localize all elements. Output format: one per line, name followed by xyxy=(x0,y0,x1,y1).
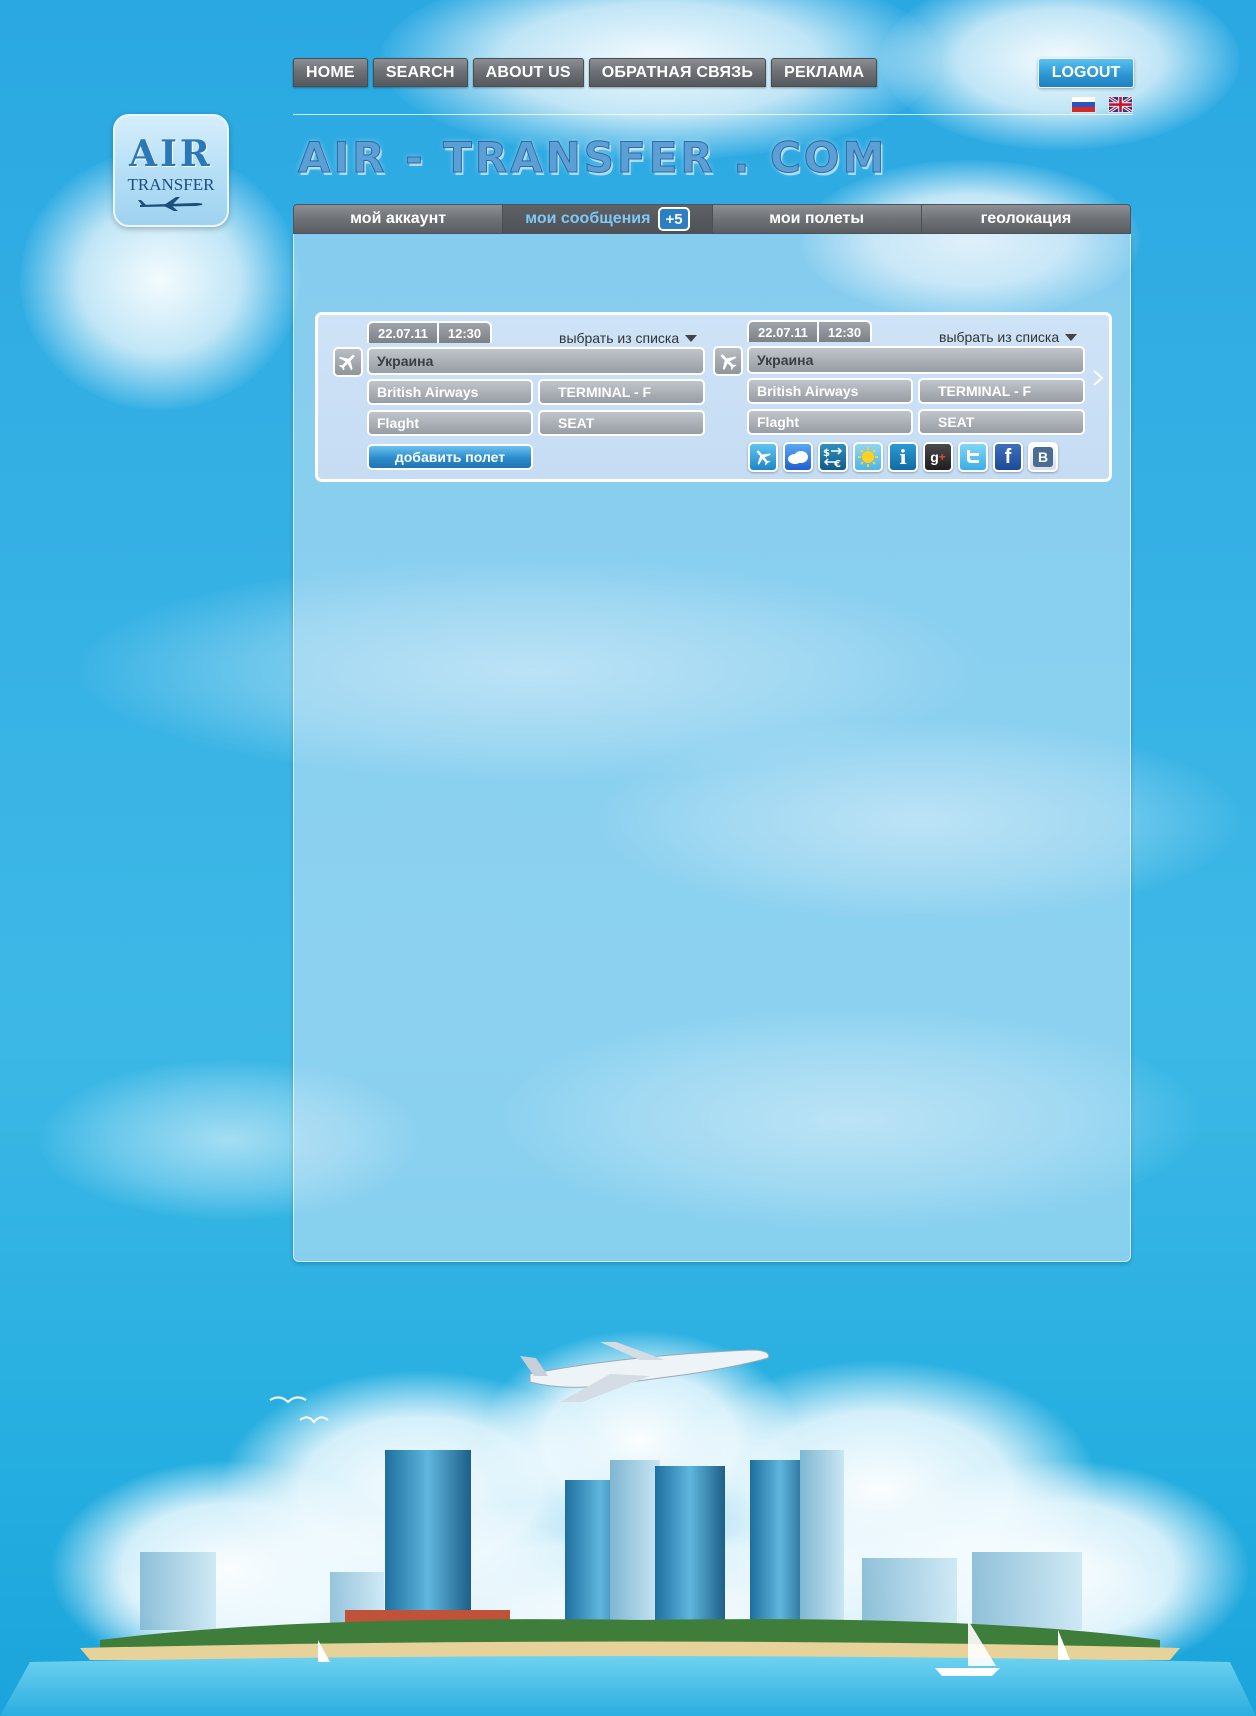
svg-text:€: € xyxy=(833,459,841,469)
flight-2-date: 22.07.11 xyxy=(758,324,808,340)
chevron-down-icon xyxy=(1065,333,1078,341)
header-divider xyxy=(293,114,1133,115)
tab-my-flights-label: мои полеты xyxy=(769,210,865,227)
messages-count-badge: +5 xyxy=(658,207,690,231)
tab-geolocation[interactable]: геолокация xyxy=(922,205,1130,233)
flight-1-plane-icon xyxy=(333,347,363,377)
site-title: AIR - TRANSFER . COM xyxy=(297,133,888,182)
svg-text:$: $ xyxy=(823,448,830,459)
next-flights-chevron-right-icon[interactable] xyxy=(1090,368,1106,388)
logo-text-air: AIR xyxy=(129,133,213,175)
flight-1-datetime-tab: 22.07.11 12:30 xyxy=(367,321,493,343)
nav-about-button[interactable]: ABOUT US xyxy=(472,58,584,87)
google-plus-icon[interactable]: g + xyxy=(923,442,953,472)
uk-flag-icon[interactable] xyxy=(1108,96,1133,113)
tab-my-account-label: мой аккаунт xyxy=(350,210,447,227)
top-navigation: HOME SEARCH ABOUT US ОБРАТНАЯ СВЯЗЬ РЕКЛ… xyxy=(293,58,878,87)
flight-1-choose-dropdown[interactable]: выбрать из списка xyxy=(559,330,698,346)
flight-1-seat-field[interactable]: SEAT xyxy=(538,410,705,436)
plane-service-icon[interactable] xyxy=(748,442,778,472)
nav-advertising-button[interactable]: РЕКЛАМА xyxy=(771,58,878,87)
account-tabs: мой аккаунт мои сообщения +5 мои полеты … xyxy=(293,204,1131,234)
flight-2-plane-icon xyxy=(713,346,743,376)
facebook-icon[interactable]: f xyxy=(993,442,1023,472)
logo-plane-icon xyxy=(115,196,227,217)
flight-2-terminal-field[interactable]: TERMINAL - F xyxy=(918,378,1085,404)
add-flight-button[interactable]: добавить полет xyxy=(367,444,533,470)
flight-1-date: 22.07.11 xyxy=(378,325,428,341)
flight-2-choose-label: выбрать из списка xyxy=(939,329,1060,345)
service-icons-row: $ € i g + f B xyxy=(748,442,1058,472)
sun-icon[interactable] xyxy=(853,442,883,472)
weather-cloud-icon[interactable] xyxy=(783,442,813,472)
flight-1-flight-field[interactable]: Flaght xyxy=(367,410,533,436)
flight-1-terminal-field[interactable]: TERMINAL - F xyxy=(538,379,705,405)
logo-text-transfer: TRANSFER xyxy=(127,175,215,194)
flight-2-airline-field[interactable]: British Airways xyxy=(747,378,913,404)
tab-geolocation-label: геолокация xyxy=(980,210,1072,227)
flight-2-seat-field[interactable]: SEAT xyxy=(918,409,1085,435)
flight-1-country-field[interactable]: Украина xyxy=(367,347,705,375)
nav-feedback-button[interactable]: ОБРАТНАЯ СВЯЗЬ xyxy=(588,58,767,87)
vkontakte-icon[interactable]: B xyxy=(1028,442,1058,472)
flight-1-choose-label: выбрать из списка xyxy=(559,330,680,346)
twitter-icon[interactable] xyxy=(958,442,988,472)
city-island-illustration xyxy=(0,1330,1256,1716)
site-logo[interactable]: AIR TRANSFER xyxy=(113,114,229,227)
logout-button[interactable]: LOGOUT xyxy=(1038,58,1134,88)
airliner-illustration xyxy=(520,1342,770,1402)
currency-exchange-icon[interactable]: $ € xyxy=(818,442,848,472)
flight-1-time: 12:30 xyxy=(436,323,490,343)
flight-2-time: 12:30 xyxy=(816,322,870,342)
tab-my-account[interactable]: мой аккаунт xyxy=(294,205,504,233)
flight-2-choose-dropdown[interactable]: выбрать из списка xyxy=(939,329,1078,345)
flight-2-datetime-tab: 22.07.11 12:30 xyxy=(747,320,873,342)
flight-2-country-field[interactable]: Украина xyxy=(747,346,1085,374)
flight-2-flight-field[interactable]: Flaght xyxy=(747,409,913,435)
tab-my-flights[interactable]: мои полеты xyxy=(713,205,922,233)
info-icon[interactable]: i xyxy=(888,442,918,472)
chevron-down-icon xyxy=(685,334,698,342)
nav-home-button[interactable]: HOME xyxy=(293,58,368,87)
tab-my-messages[interactable]: мои сообщения +5 xyxy=(503,205,713,233)
nav-search-button[interactable]: SEARCH xyxy=(372,58,468,87)
tab-my-messages-label: мои сообщения xyxy=(525,210,651,227)
flight-1-airline-field[interactable]: British Airways xyxy=(367,379,533,405)
ru-flag-icon[interactable] xyxy=(1071,96,1096,113)
